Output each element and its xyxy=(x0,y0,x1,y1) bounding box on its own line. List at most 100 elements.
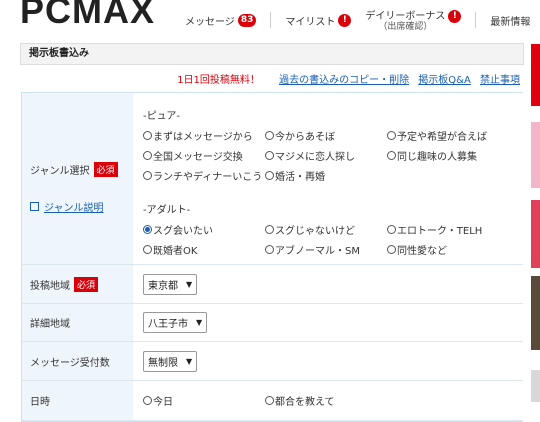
genre-option[interactable]: スグ会いたい xyxy=(143,222,265,237)
genre-option-label: 同じ趣味の人募集 xyxy=(397,152,477,163)
genre-label: ジャンル選択 xyxy=(30,165,90,177)
genre-option[interactable]: まずはメッセージから xyxy=(143,128,265,143)
detail-area-row: 詳細地域 八王子市 ▼ xyxy=(22,304,523,342)
ad-banner[interactable] xyxy=(531,276,540,350)
mylist-alert-badge: ! xyxy=(338,13,352,27)
radio-icon xyxy=(265,225,274,234)
genre-option[interactable]: ランチやディナーいこう xyxy=(143,168,265,183)
panel-links: 1日1回投稿無料！ 過去の書込みのコピー・削除 掲示板Q&A 禁止事項 xyxy=(177,71,520,86)
genre-row: ジャンル選択 必須 ジャンル説明 -ピュア- まずはメッセージから 今からあそぼ 予… xyxy=(22,93,523,265)
genre-option-label: ランチやディナーいこう xyxy=(153,172,263,183)
radio-icon xyxy=(143,245,152,254)
ad-banner[interactable] xyxy=(531,370,540,402)
nav-mylist[interactable]: マイリスト ! xyxy=(285,13,352,28)
chevron-down-icon: ▼ xyxy=(196,318,203,327)
adult-group-title: -アダルト- xyxy=(143,205,191,216)
nav-daily-bonus-sub: （出席確認） xyxy=(378,21,433,32)
genre-option-label: 今からあそぼ xyxy=(275,132,335,143)
nav-news[interactable]: 最新情報 xyxy=(490,13,530,28)
datetime-option[interactable]: 今日 xyxy=(143,393,265,408)
detail-area-select-value: 八王子市 xyxy=(148,319,188,330)
genre-option[interactable]: 同性愛など xyxy=(387,242,517,257)
pure-options: まずはメッセージから 今からあそぼ 予定や希望が合えば全国メッセージ交換 マジメに恋人… xyxy=(143,128,517,183)
external-link-icon xyxy=(30,201,39,211)
genre-option[interactable]: アブノーマル・SM xyxy=(265,242,387,257)
radio-icon xyxy=(265,396,274,405)
nav-messages-label: メッセージ xyxy=(185,16,235,28)
genre-option-label: 予定や希望が合えば xyxy=(397,132,487,143)
nav-news-label: 最新情報 xyxy=(490,16,531,28)
required-badge: 必須 xyxy=(74,276,99,292)
genre-option[interactable]: 予定や希望が合えば xyxy=(387,128,517,143)
free-post-notice: 1日1回投稿無料！ xyxy=(177,75,260,86)
genre-option[interactable]: マジメに恋人探し xyxy=(265,148,387,163)
board-qa-link[interactable]: 掲示板Q&A xyxy=(418,75,471,86)
radio-icon xyxy=(143,151,152,160)
prohibited-link[interactable]: 禁止事項 xyxy=(480,75,520,86)
nav-divider xyxy=(475,12,477,28)
radio-icon xyxy=(387,131,396,140)
genre-option-label: スグ会いたい xyxy=(153,226,213,237)
ad-banner[interactable] xyxy=(531,122,540,188)
radio-icon xyxy=(143,171,152,180)
datetime-row: 日時 今日 都合を教えて xyxy=(22,381,523,421)
radio-icon xyxy=(265,245,274,254)
required-badge: 必須 xyxy=(93,161,118,177)
message-limit-row: メッセージ受付数 無制限 ▼ xyxy=(22,342,523,381)
datetime-label: 日時 xyxy=(30,397,50,408)
message-limit-select[interactable]: 無制限 ▼ xyxy=(143,350,198,372)
nav-divider xyxy=(270,12,272,28)
datetime-option[interactable]: 都合を教えて xyxy=(265,393,335,408)
message-limit-select-value: 無制限 xyxy=(148,357,178,369)
genre-option-label: 同性愛など xyxy=(397,246,447,257)
chevron-down-icon: ▼ xyxy=(186,279,193,289)
genre-option[interactable]: 既婚者OK xyxy=(143,242,265,257)
radio-icon xyxy=(143,396,152,405)
radio-icon xyxy=(143,131,152,140)
radio-icon xyxy=(265,131,274,140)
copy-delete-link[interactable]: 過去の書込みのコピー・削除 xyxy=(279,75,409,86)
genre-option-label: 婚活・再婚 xyxy=(275,172,325,183)
genre-option-label: アブノーマル・SM xyxy=(275,246,360,257)
genre-help-link[interactable]: ジャンル説明 xyxy=(30,199,104,214)
radio-icon xyxy=(265,171,274,180)
adult-options: スグ会いたい スグじゃないけど エロトーク・TELH 既婚者OK アブノーマル・SM 同性… xyxy=(143,222,517,257)
radio-icon xyxy=(265,151,274,160)
genre-option[interactable]: スグじゃないけど xyxy=(265,222,387,237)
nav-daily-bonus-label: デイリーボーナス xyxy=(365,10,446,22)
area-label: 投稿地域 xyxy=(30,280,70,292)
post-form: ジャンル選択 必須 ジャンル説明 -ピュア- まずはメッセージから 今からあそぼ 予… xyxy=(21,92,523,422)
radio-icon xyxy=(143,225,152,234)
radio-icon xyxy=(387,151,396,160)
genre-option[interactable]: 婚活・再婚 xyxy=(265,168,387,183)
ad-banner[interactable] xyxy=(531,44,540,106)
genre-option[interactable]: 全国メッセージ交換 xyxy=(143,148,265,163)
ad-banner[interactable] xyxy=(531,200,540,268)
nav-mylist-label: マイリスト xyxy=(285,16,336,28)
genre-option-label: 既婚者OK xyxy=(153,246,198,257)
genre-option[interactable]: エロトーク・TELH xyxy=(387,222,517,237)
logo[interactable]: PCMAX xyxy=(20,0,155,32)
genre-option-label: スグじゃないけど xyxy=(275,226,355,237)
detail-area-select[interactable]: 八王子市 ▼ xyxy=(143,312,208,333)
panel-title: 掲示板書込み xyxy=(20,43,524,65)
genre-option-label: まずはメッセージから xyxy=(153,132,253,143)
area-select-value: 東京都 xyxy=(148,280,178,292)
radio-icon xyxy=(387,225,396,234)
genre-help-label: ジャンル説明 xyxy=(44,202,104,214)
pure-group-title: -ピュア- xyxy=(143,111,181,122)
nav-messages[interactable]: メッセージ 83 xyxy=(185,13,257,28)
chevron-down-icon: ▼ xyxy=(186,356,193,366)
genre-option-label: マジメに恋人探し xyxy=(275,152,355,163)
genre-option[interactable]: 今からあそぼ xyxy=(265,128,387,143)
genre-option[interactable]: 同じ趣味の人募集 xyxy=(387,148,517,163)
genre-option-label: エロトーク・TELH xyxy=(397,226,483,237)
messages-count-badge: 83 xyxy=(237,13,257,27)
area-row: 投稿地域 必須 東京都 ▼ xyxy=(22,265,523,304)
daily-alert-badge: ! xyxy=(448,9,462,23)
genre-option-label: 全国メッセージ交換 xyxy=(153,152,243,163)
board-post-panel: 掲示板書込み 1日1回投稿無料！ 過去の書込みのコピー・削除 掲示板Q&A 禁止… xyxy=(20,43,524,422)
nav-daily-bonus[interactable]: デイリーボーナス （出席確認） ! xyxy=(365,9,462,32)
side-ad-column xyxy=(531,44,540,402)
area-select[interactable]: 東京都 ▼ xyxy=(143,273,198,295)
